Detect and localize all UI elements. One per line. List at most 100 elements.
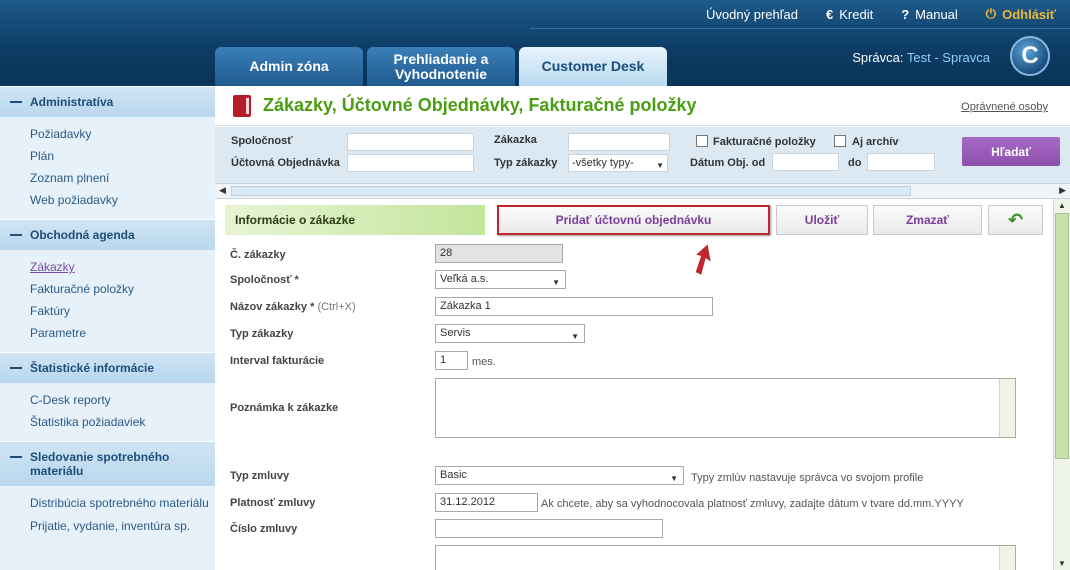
horizontal-scrollbar[interactable]: ◀ ▶	[215, 183, 1070, 199]
company-select[interactable]: Veľká a.s.	[435, 270, 566, 291]
scroll-right-icon[interactable]: ▶	[1059, 185, 1066, 196]
topnav-divider	[530, 28, 1070, 29]
sidebar-section-statistics[interactable]: Štatistické informácie	[0, 352, 215, 383]
validity-hint: Ak chcete, aby sa vyhodnocovala platnosť…	[541, 498, 964, 510]
contract-name-hint: (Ctrl+X)	[317, 301, 356, 313]
filter-type-select[interactable]: -všetky typy-	[568, 154, 668, 174]
page-title: Zákazky, Účtovné Objednávky, Fakturačné …	[263, 95, 697, 115]
logout-link[interactable]: ⏻ Odhlásiť	[972, 0, 1070, 28]
euro-icon: €	[826, 6, 834, 22]
invoice-items-label: Fakturačné položky	[713, 136, 816, 148]
contract-type-label: Typ zákazky	[230, 328, 294, 340]
agreement-number-input[interactable]	[435, 519, 663, 538]
billing-interval-input[interactable]: 1	[435, 351, 468, 370]
extra-textarea-scrollbar[interactable]	[999, 546, 1015, 570]
contract-name-input[interactable]: Zákazka 1	[435, 297, 713, 316]
vertical-scrollbar[interactable]: ▲ ▼	[1053, 199, 1070, 570]
invoice-items-checkbox[interactable]	[696, 135, 708, 147]
contract-name-label-text: Názov zákazky *	[230, 301, 315, 313]
tab-review-evaluation[interactable]: Prehliadanie a Vyhodnotenie	[367, 47, 515, 86]
scroll-down-icon[interactable]: ▼	[1058, 559, 1066, 568]
power-icon: ⏻	[985, 6, 997, 21]
filter-contract-input[interactable]	[568, 133, 670, 151]
validity-input[interactable]: 31.12.2012	[435, 493, 538, 512]
note-textarea[interactable]	[435, 378, 1016, 438]
agreement-type-label: Typ zmluvy	[230, 470, 290, 482]
archive-checkbox[interactable]	[834, 135, 846, 147]
back-button[interactable]: ↶	[988, 205, 1043, 235]
save-button[interactable]: Uložiť	[776, 205, 868, 235]
date-from-label: Dátum Obj. od	[690, 157, 766, 169]
scroll-left-icon[interactable]: ◀	[219, 185, 226, 196]
info-heading: Informácie o zákazke	[225, 205, 485, 235]
sidebar-item-parameters[interactable]: Parametre	[30, 322, 215, 344]
filter-order-input[interactable]	[347, 154, 474, 172]
book-icon	[233, 94, 251, 117]
manager-prefix: Správca:	[852, 50, 904, 65]
sidebar-item-requests[interactable]: Požiadavky	[30, 123, 215, 145]
sidebar-section-business[interactable]: Obchodná agenda	[0, 219, 215, 250]
company-label: Spoločnosť *	[230, 274, 299, 286]
note-scrollbar[interactable]	[999, 379, 1015, 437]
back-arrow-icon: ↶	[1007, 209, 1024, 230]
date-to-input[interactable]	[867, 153, 935, 171]
search-button[interactable]: Hľadať	[962, 137, 1060, 166]
filter-type-label: Typ zákazky	[494, 157, 558, 169]
agreement-type-hint: Typy zmlúv nastavuje správca vo svojom p…	[691, 472, 924, 484]
main-tabs: Admin zóna Prehliadanie a Vyhodnotenie C…	[215, 47, 667, 86]
red-pointer-arrow-icon	[695, 244, 711, 275]
sidebar-item-consumables-inventory[interactable]: Prijatie, vydanie, inventúra sp.	[30, 515, 215, 538]
manual-link[interactable]: ? Manual	[887, 0, 972, 28]
sidebar-item-cdesk-reports[interactable]: C-Desk reporty	[30, 389, 215, 411]
billing-interval-unit: mes.	[472, 356, 496, 368]
delete-button[interactable]: Zmazať	[873, 205, 982, 235]
sidebar-item-contracts[interactable]: Zákazky	[30, 256, 215, 278]
date-from-input[interactable]	[772, 153, 839, 171]
horizontal-scroll-thumb[interactable]	[231, 186, 911, 196]
credit-label: Kredit	[839, 6, 874, 22]
manager-info: Správca: Test - Spravca	[852, 50, 990, 65]
billing-interval-label: Interval fakturácie	[230, 355, 325, 367]
manual-label: Manual	[915, 6, 958, 22]
date-to-label: do	[848, 157, 862, 169]
filter-panel: Spoločnosť Účtovná Objednávka Zákazka Ty…	[215, 127, 1070, 183]
scroll-up-icon[interactable]: ▲	[1058, 201, 1066, 210]
tab-admin-zone[interactable]: Admin zóna	[215, 47, 363, 86]
sidebar-item-plan[interactable]: Plán	[30, 145, 215, 167]
agreement-type-select[interactable]: Basic	[435, 466, 684, 487]
contract-number-label: Č. zákazky	[230, 249, 286, 261]
agreement-number-label: Číslo zmluvy	[230, 523, 298, 535]
sidebar-item-request-statistics[interactable]: Štatistika požiadaviek	[30, 411, 215, 433]
sidebar: Administratíva Požiadavky Plán Zoznam pl…	[0, 86, 215, 570]
main-content: Zákazky, Účtovné Objednávky, Fakturačné …	[215, 86, 1070, 570]
contract-name-label: Názov zákazky * (Ctrl+X)	[230, 301, 356, 313]
top-navigation: Úvodný prehľad € Kredit ? Manual ⏻ Odhlásiť	[692, 0, 1070, 28]
archive-label: Aj archív	[852, 136, 899, 148]
overview-link[interactable]: Úvodný prehľad	[692, 0, 812, 28]
contract-number-field: 28	[435, 244, 563, 263]
note-label: Poznámka k zákazke	[230, 402, 339, 414]
logo-icon: C	[1010, 36, 1050, 76]
sidebar-section-administration[interactable]: Administratíva	[0, 86, 215, 117]
overview-label: Úvodný prehľad	[706, 6, 798, 22]
logout-label: Odhlásiť	[1002, 6, 1056, 22]
app-header: Úvodný prehľad € Kredit ? Manual ⏻ Odhlásiť…	[0, 0, 1070, 86]
contract-type-select[interactable]: Servis	[435, 324, 585, 345]
sidebar-item-invoice-items[interactable]: Fakturačné položky	[30, 278, 215, 300]
page-titlebar: Zákazky, Účtovné Objednávky, Fakturačné …	[215, 86, 1070, 126]
tab-customer-desk[interactable]: Customer Desk	[519, 47, 667, 86]
sidebar-section-consumables[interactable]: Sledovanie spotrebného materiálu	[0, 441, 215, 486]
filter-company-input[interactable]	[347, 133, 474, 151]
vertical-scroll-thumb[interactable]	[1055, 213, 1069, 459]
authorized-persons-link[interactable]: Oprávnené osoby	[961, 101, 1048, 113]
sidebar-item-invoices[interactable]: Faktúry	[30, 300, 215, 322]
credit-link[interactable]: € Kredit	[812, 0, 887, 28]
sidebar-item-fulfillment-list[interactable]: Zoznam plnení	[30, 167, 215, 189]
question-icon: ?	[901, 6, 910, 22]
filter-order-label: Účtovná Objednávka	[231, 157, 340, 169]
sidebar-item-consumables-distribution[interactable]: Distribúcia spotrebného materiálu	[30, 492, 215, 515]
extra-textarea[interactable]	[435, 545, 1016, 570]
add-accounting-order-button[interactable]: Pridať účtovnú objednávku	[497, 205, 770, 235]
filter-contract-label: Zákazka	[494, 134, 537, 146]
sidebar-item-web-requests[interactable]: Web požiadavky	[30, 189, 215, 211]
